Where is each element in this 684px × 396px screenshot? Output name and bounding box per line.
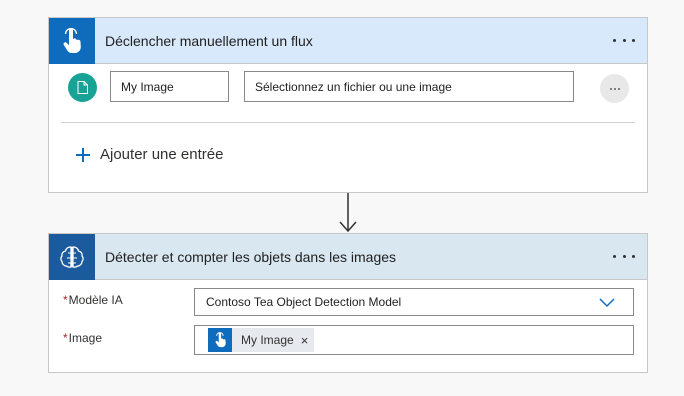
action-title: Détecter et compter les objets dans les … [105, 248, 397, 265]
document-icon [68, 73, 97, 102]
input-more-options-icon[interactable] [600, 74, 629, 103]
trigger-card: Déclencher manuellement un flux My Image… [48, 17, 648, 193]
model-select[interactable]: Contoso Tea Object Detection Model [194, 288, 634, 316]
chevron-down-icon [599, 298, 615, 308]
plus-icon [76, 147, 90, 162]
action-card-header[interactable]: Détecter et compter les objets dans les … [49, 233, 647, 280]
touch-hand-icon [49, 17, 95, 64]
input-name-field[interactable]: My Image [110, 71, 229, 102]
token-remove-button[interactable]: × [301, 334, 309, 347]
divider [61, 122, 635, 123]
action-card: Détecter et compter les objets dans les … [48, 233, 648, 373]
add-input-button[interactable]: Ajouter une entrée [76, 146, 223, 163]
add-input-label: Ajouter une entrée [100, 146, 224, 163]
dynamic-content-token[interactable]: My Image × [208, 328, 315, 352]
image-field-label: *Image [63, 331, 102, 345]
trigger-title: Déclencher manuellement un flux [105, 32, 313, 49]
image-label-text: Image [68, 331, 103, 345]
model-label-text: Modèle IA [68, 293, 123, 307]
action-more-options-icon[interactable] [613, 250, 635, 264]
token-label: My Image [241, 333, 294, 347]
trigger-card-header[interactable]: Déclencher manuellement un flux [49, 17, 647, 64]
image-input[interactable]: My Image × [194, 325, 634, 355]
ai-brain-icon [49, 233, 95, 280]
model-field-label: *Modèle IA [63, 293, 123, 307]
arrow-down-icon [339, 193, 357, 233]
trigger-more-options-icon[interactable] [613, 34, 635, 48]
required-marker: * [63, 293, 68, 307]
trigger-input-row: My Image Sélectionnez un fichier ou une … [49, 71, 647, 103]
required-marker: * [63, 331, 68, 345]
touch-hand-icon [208, 328, 232, 352]
model-select-value: Contoso Tea Object Detection Model [206, 295, 402, 309]
input-description-field[interactable]: Sélectionnez un fichier ou une image [244, 71, 574, 102]
